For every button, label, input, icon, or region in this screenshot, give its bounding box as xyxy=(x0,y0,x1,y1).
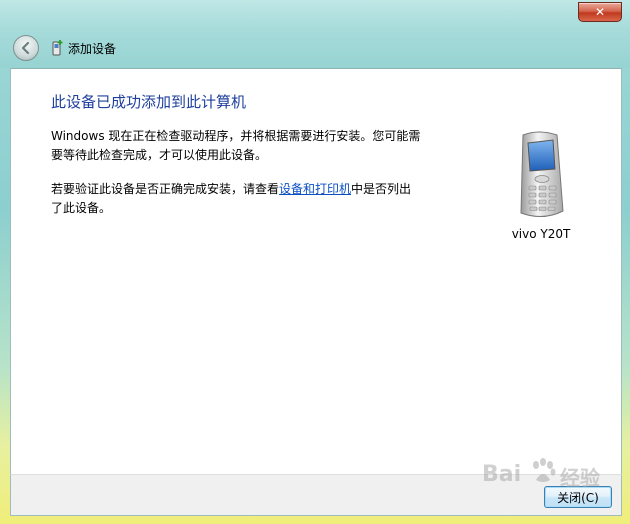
back-arrow-icon xyxy=(21,41,30,55)
add-device-icon xyxy=(52,40,63,56)
devices-and-printers-link[interactable]: 设备和打印机 xyxy=(279,182,351,196)
watermark-text-jingyan: 经验 xyxy=(560,466,600,490)
mobile-phone-icon xyxy=(520,131,564,217)
baidu-paw-icon xyxy=(533,458,556,482)
driver-check-message: Windows 现在正在检查驱动程序，并将根据需要进行安装。您可能需要等待此检查… xyxy=(51,129,421,162)
nav-title: 添加设备 xyxy=(68,42,117,56)
window-close-button[interactable]: ✕ xyxy=(578,2,622,22)
page-title: 此设备已成功添加到此计算机 xyxy=(51,93,247,111)
content-panel: 此设备已成功添加到此计算机 Windows 现在正在检查驱动程序，并将根据需要进… xyxy=(10,68,622,474)
close-icon: ✕ xyxy=(594,5,606,19)
title-bar xyxy=(0,0,630,68)
baidu-watermark: Bai 经验 xyxy=(482,452,622,496)
watermark-text-bai: Bai xyxy=(482,462,522,487)
verify-message-prefix: 若要验证此设备是否正确完成安装，请查看 xyxy=(51,182,280,196)
verify-message: 若要验证此设备是否正确完成安装，请查看设备和打印机中是否列出了此设备。 xyxy=(51,180,421,218)
device-name: vivo Y20T xyxy=(511,227,571,241)
back-button[interactable] xyxy=(13,35,39,61)
